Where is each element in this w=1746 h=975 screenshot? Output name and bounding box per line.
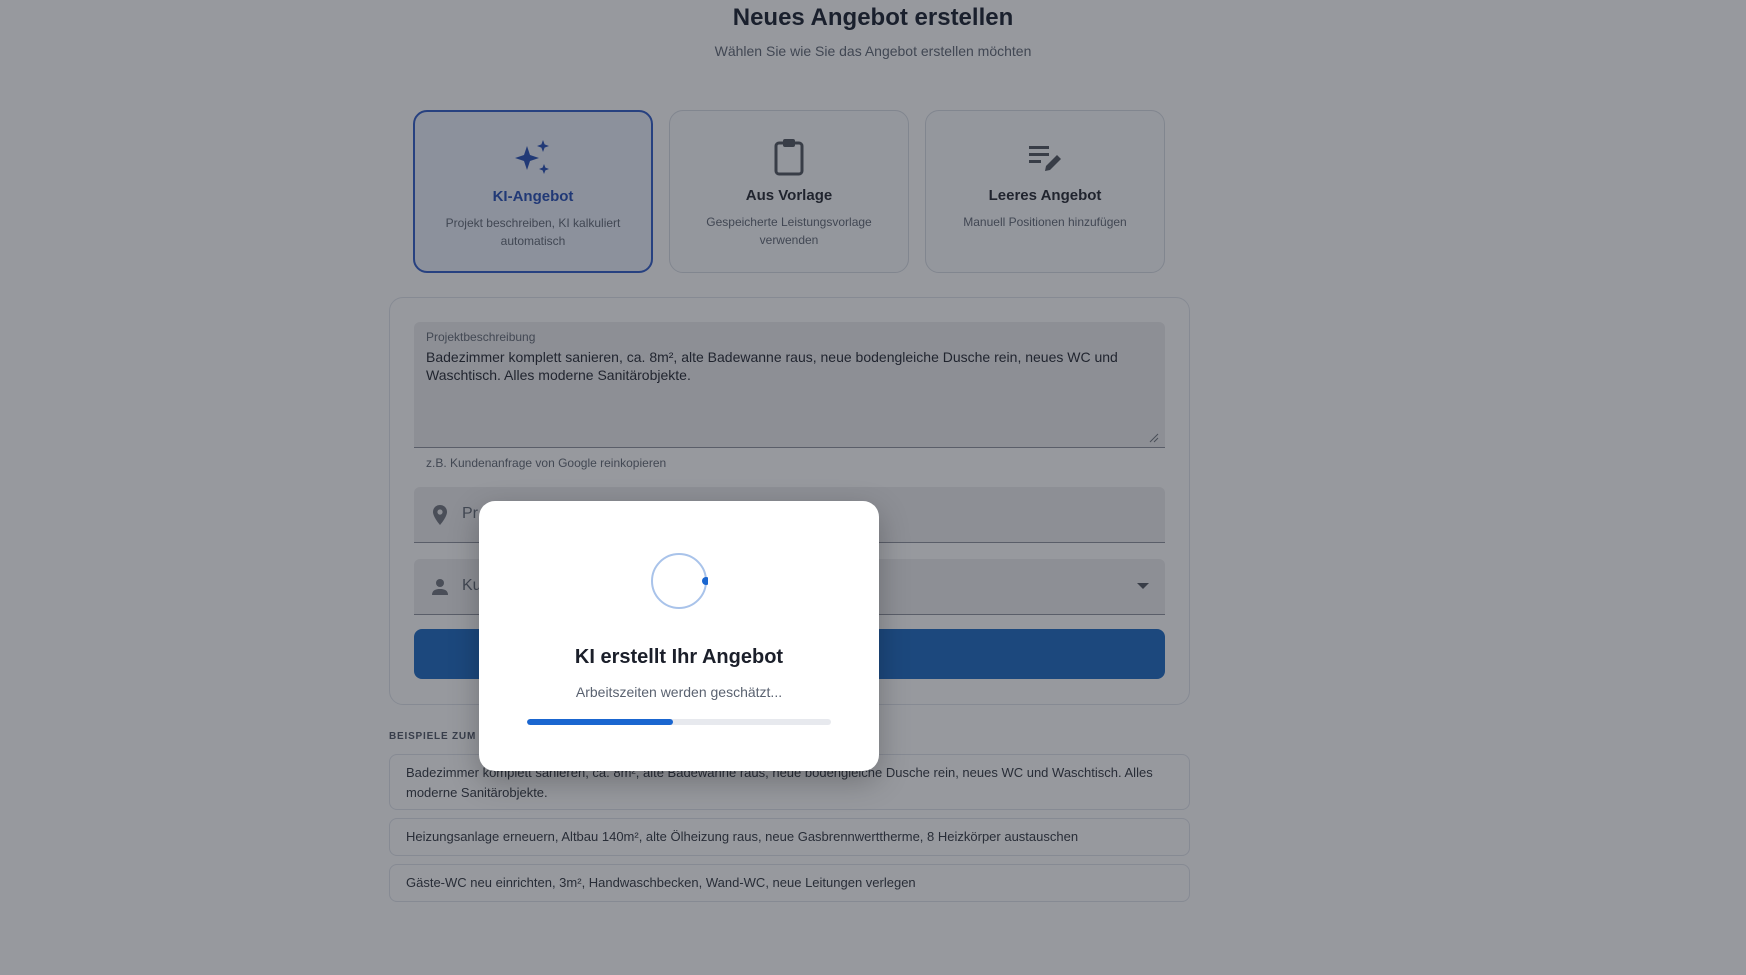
loading-spinner-icon — [651, 553, 708, 609]
ai-progress-dialog: KI erstellt Ihr Angebot Arbeitszeiten we… — [479, 501, 879, 771]
progress-bar-fill — [527, 719, 673, 725]
progress-bar — [527, 719, 831, 725]
dialog-title: KI erstellt Ihr Angebot — [574, 646, 784, 668]
modal-backdrop — [0, 0, 1746, 975]
dialog-status: Arbeitszeiten werden geschätzt... — [575, 684, 783, 700]
